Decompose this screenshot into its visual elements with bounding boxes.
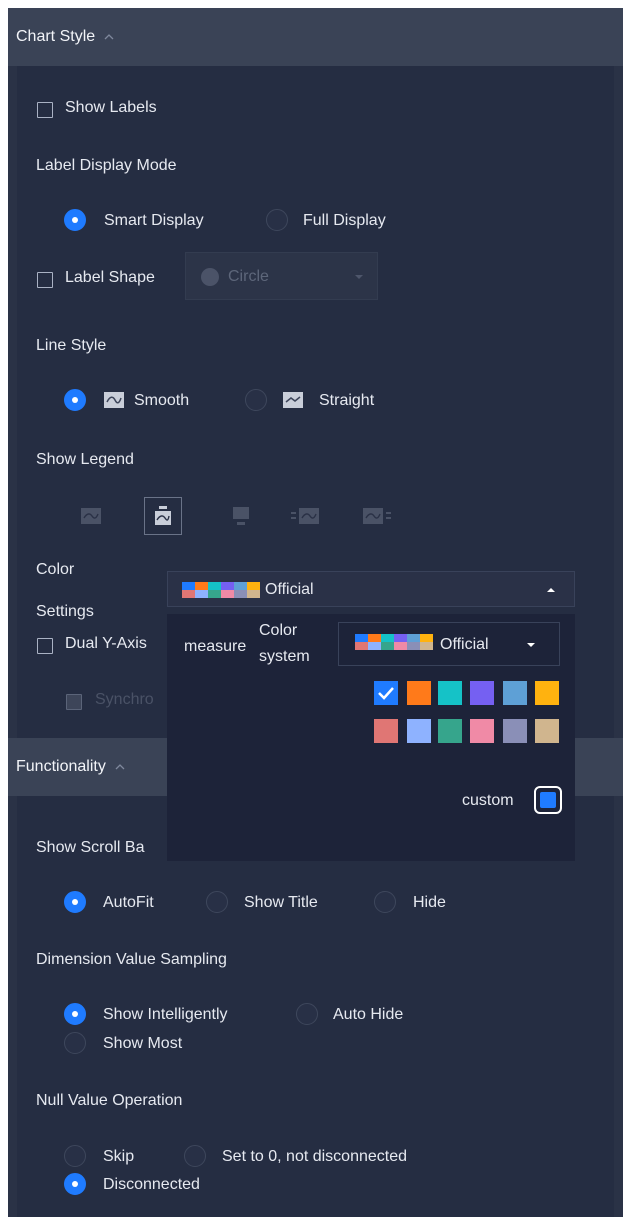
label-shape-label: Label Shape xyxy=(65,269,155,286)
radio-auto-hide[interactable] xyxy=(296,1003,318,1025)
custom-color-swatch xyxy=(540,792,556,808)
radio-hide[interactable] xyxy=(374,891,396,913)
color-system-select[interactable]: Official xyxy=(338,622,560,666)
circle-icon xyxy=(201,268,219,286)
color-system-label-line1: Color xyxy=(259,622,298,639)
chevron-up-icon xyxy=(104,34,114,40)
swatch-teal[interactable] xyxy=(438,681,462,705)
radio-full-display[interactable] xyxy=(266,209,288,231)
legend-right-button[interactable] xyxy=(358,497,396,535)
caret-down-icon xyxy=(355,275,363,279)
scroll-bar-title: Show Scroll Ba xyxy=(36,839,145,856)
radio-skip[interactable] xyxy=(64,1145,86,1167)
radio-disconnected[interactable] xyxy=(64,1173,86,1195)
dimension-sampling-title: Dimension Value Sampling xyxy=(36,951,227,968)
radio-label-full-display: Full Display xyxy=(303,212,386,229)
color-popup: measure Color system Official custom xyxy=(167,614,575,861)
section-title: Chart Style xyxy=(16,28,96,45)
swatch-amber[interactable] xyxy=(535,681,559,705)
radio-show-title[interactable] xyxy=(206,891,228,913)
radio-show-intelligently[interactable] xyxy=(64,1003,86,1025)
swatch-blue[interactable] xyxy=(374,681,398,705)
swatch-pink[interactable] xyxy=(470,719,494,743)
radio-label-disconnected: Disconnected xyxy=(103,1176,200,1193)
chevron-up-icon xyxy=(115,764,125,770)
show-labels-checkbox[interactable] xyxy=(37,102,53,118)
legend-right-icon xyxy=(363,508,391,524)
radio-show-most[interactable] xyxy=(64,1032,86,1054)
swatch-light-blue[interactable] xyxy=(407,719,431,743)
dual-y-axis-checkbox[interactable] xyxy=(37,638,53,654)
settings-label: Settings xyxy=(36,603,94,620)
palette-preview xyxy=(355,634,433,650)
synchronize-checkbox[interactable] xyxy=(66,694,82,710)
legend-none-button[interactable] xyxy=(72,497,110,535)
legend-top-icon xyxy=(155,506,171,525)
legend-bottom-button[interactable] xyxy=(222,497,260,535)
legend-bottom-icon xyxy=(233,507,249,525)
palette-preview xyxy=(182,582,260,598)
line-style-title: Line Style xyxy=(36,337,107,354)
radio-label-show-title: Show Title xyxy=(244,894,318,911)
null-value-title: Null Value Operation xyxy=(36,1092,183,1109)
caret-up-icon xyxy=(547,588,555,592)
synchronize-label: Synchro xyxy=(95,691,154,708)
radio-label-autofit: AutoFit xyxy=(103,894,154,911)
label-shape-value: Circle xyxy=(228,268,269,285)
dual-y-axis-label: Dual Y-Axis xyxy=(65,635,147,652)
radio-label-set-to-zero: Set to 0, not disconnected xyxy=(222,1148,408,1165)
radio-set-to-zero[interactable] xyxy=(184,1145,206,1167)
swatch-rose[interactable] xyxy=(374,719,398,743)
measure-label: measure xyxy=(184,638,247,655)
radio-smooth[interactable] xyxy=(64,389,86,411)
show-labels-label: Show Labels xyxy=(65,99,157,116)
color-scheme-select[interactable]: Official xyxy=(167,571,575,607)
custom-label: custom xyxy=(462,792,514,809)
radio-label-skip: Skip xyxy=(103,1148,135,1165)
label-shape-select[interactable]: Circle xyxy=(185,252,378,300)
smooth-line-icon xyxy=(104,392,124,408)
section-header-chart-style[interactable]: Chart Style xyxy=(8,8,623,66)
check-icon xyxy=(378,687,394,700)
radio-autofit[interactable] xyxy=(64,891,86,913)
radio-label-show-most: Show Most xyxy=(103,1035,183,1052)
swatch-steel-blue[interactable] xyxy=(503,681,527,705)
legend-none-icon xyxy=(81,508,101,524)
legend-left-icon xyxy=(291,508,319,524)
caret-down-icon xyxy=(527,643,535,647)
label-shape-checkbox[interactable] xyxy=(37,272,53,288)
color-label: Color xyxy=(36,561,75,578)
radio-label-auto-hide: Auto Hide xyxy=(333,1006,404,1023)
radio-label-smart-display: Smart Display xyxy=(104,212,204,229)
color-system-value: Official xyxy=(440,636,489,653)
custom-color-button[interactable] xyxy=(534,786,562,814)
color-system-label-line2: system xyxy=(259,648,310,665)
radio-straight[interactable] xyxy=(245,389,267,411)
label-display-mode-title: Label Display Mode xyxy=(36,157,177,174)
show-legend-title: Show Legend xyxy=(36,451,134,468)
swatch-green[interactable] xyxy=(438,719,462,743)
swatch-tan[interactable] xyxy=(535,719,559,743)
radio-label-straight: Straight xyxy=(319,392,375,409)
radio-smart-display[interactable] xyxy=(64,209,86,231)
swatch-lavender[interactable] xyxy=(503,719,527,743)
radio-label-smooth: Smooth xyxy=(134,392,190,409)
legend-top-button[interactable] xyxy=(144,497,182,535)
settings-panel: Chart Style Show Labels Label Display Mo… xyxy=(8,8,623,1217)
section-title: Functionality xyxy=(16,758,106,775)
straight-line-icon xyxy=(283,392,303,408)
swatch-orange[interactable] xyxy=(407,681,431,705)
radio-label-hide: Hide xyxy=(413,894,446,911)
legend-left-button[interactable] xyxy=(286,497,324,535)
color-scheme-value: Official xyxy=(265,581,314,598)
swatch-purple[interactable] xyxy=(470,681,494,705)
radio-label-show-intelligently: Show Intelligently xyxy=(103,1006,228,1023)
